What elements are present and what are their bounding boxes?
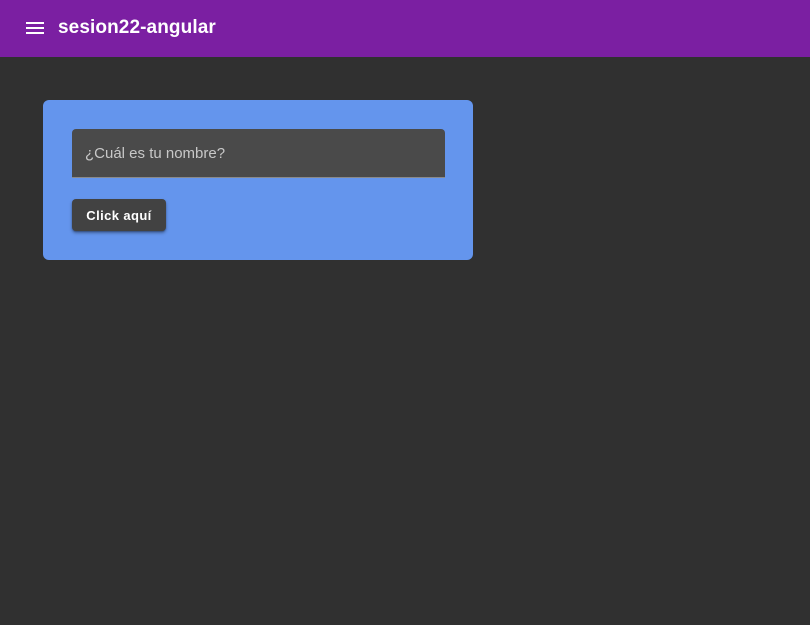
app-title: sesion22-angular bbox=[58, 17, 216, 38]
name-input[interactable] bbox=[72, 129, 445, 177]
menu-icon bbox=[26, 22, 44, 34]
name-form-card: Click aquí bbox=[43, 100, 473, 260]
app-toolbar: sesion22-angular bbox=[0, 0, 810, 57]
click-here-button[interactable]: Click aquí bbox=[72, 199, 166, 231]
name-field[interactable] bbox=[72, 129, 445, 178]
menu-button[interactable] bbox=[24, 17, 46, 39]
